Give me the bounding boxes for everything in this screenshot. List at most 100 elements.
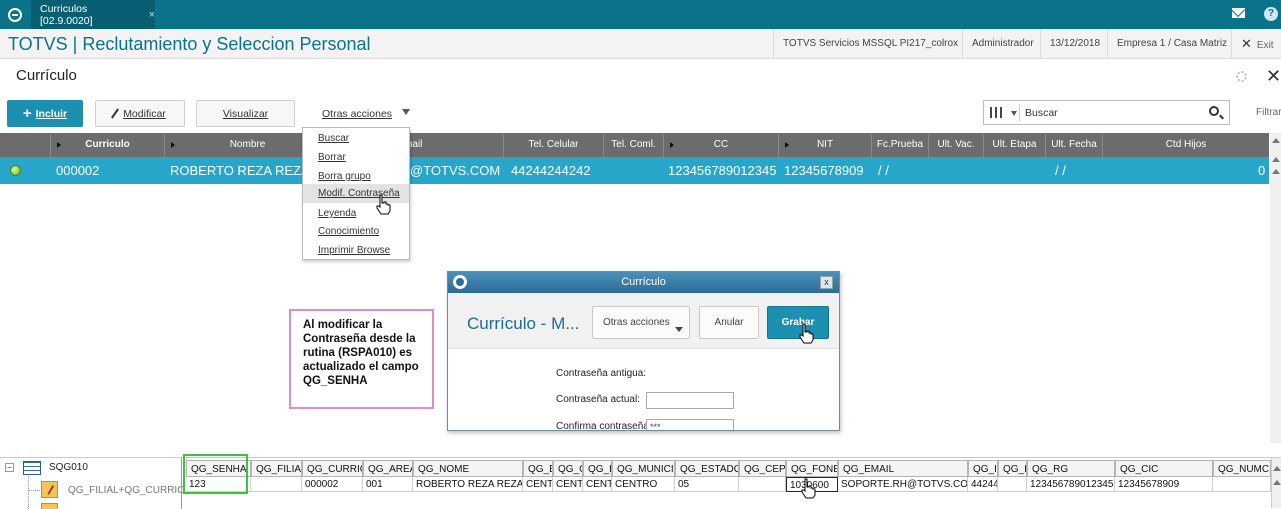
column-header-status <box>0 133 51 157</box>
chevron-down-icon[interactable] <box>1011 111 1017 116</box>
db-cell[interactable]: SOPORTE.RH@TOTVS.COM <box>838 477 968 492</box>
db-column-header[interactable]: QG_CEP <box>739 460 786 477</box>
cell-ult-fecha: / / <box>1055 163 1066 178</box>
tree-node-index[interactable]: QG_FILIAL+QG_CURRIC <box>68 485 184 496</box>
menu-item-borrar[interactable]: Borrar <box>303 148 409 167</box>
filtrar-link[interactable]: Filtrar <box>1256 107 1281 118</box>
db-cell[interactable]: 44244 <box>968 477 998 492</box>
dialog-toolbar: Currículo - M... Otras acciones Anular G… <box>448 293 839 349</box>
column-header-ult-vac[interactable]: Ult. Vac. <box>929 133 984 157</box>
db-cell[interactable] <box>998 477 1027 492</box>
db-column-header[interactable]: QG_AREA <box>363 460 413 477</box>
index-icon <box>41 481 58 498</box>
column-header-ult-fecha[interactable]: Ult. Fecha <box>1046 133 1103 157</box>
scroll-up-icon[interactable] <box>1273 466 1281 471</box>
exit-button[interactable]: ✕ Exit <box>1231 29 1281 59</box>
db-cell[interactable] <box>1213 477 1271 492</box>
db-column-header[interactable]: QG_C <box>553 460 583 477</box>
db-column-header[interactable]: QG_FONE <box>786 460 838 477</box>
menu-item-conocimiento[interactable]: Conocimiento <box>303 222 409 241</box>
sort-arrow-icon <box>57 142 61 148</box>
db-cell[interactable] <box>739 477 786 492</box>
scroll-up-icon[interactable] <box>1273 480 1281 485</box>
index-icon <box>41 503 58 509</box>
db-column-header[interactable]: QG_NUMCP <box>1213 460 1271 477</box>
column-header-ctd-hijos[interactable]: Ctd Hijos <box>1103 133 1269 157</box>
column-header-cc[interactable]: CC <box>664 133 779 157</box>
app-icon <box>453 275 467 289</box>
db-cell[interactable]: 05 <box>675 477 739 492</box>
close-icon[interactable]: x <box>820 276 833 289</box>
db-column-header[interactable]: QG_ESTADO <box>675 460 739 477</box>
mail-icon[interactable] <box>1232 8 1245 18</box>
column-header-ult-etapa[interactable]: Ult. Etapa <box>984 133 1046 157</box>
columns-icon[interactable] <box>990 107 1002 118</box>
db-column-header[interactable]: QG_CIC <box>1115 460 1213 477</box>
visualizar-button[interactable]: Visualizar <box>196 100 295 127</box>
column-header-nit[interactable]: NIT <box>779 133 872 157</box>
contrasena-actual-field[interactable] <box>646 392 734 409</box>
db-column-header[interactable]: QG_MUNICIP <box>612 460 675 477</box>
tree-line <box>28 476 29 509</box>
menu-item-leyenda[interactable]: Leyenda <box>303 204 409 223</box>
table-row[interactable]: 000002 ROBERTO REZA REZA @TOTVS.COM 4424… <box>0 157 1269 184</box>
otras-acciones-button[interactable]: Otras acciones <box>304 100 414 127</box>
tree-node-table[interactable]: SQG010 <box>49 462 88 473</box>
menu-item-imprimir-browse[interactable]: Imprimir Browse <box>303 241 409 260</box>
db-column-header[interactable]: QG_E <box>523 460 553 477</box>
incluir-button[interactable]: + Incluir <box>7 100 83 127</box>
db-cell[interactable]: 12345678909 <box>1115 477 1213 492</box>
db-column-header[interactable]: QG_FILIAL <box>251 460 302 477</box>
menu-item-modif-contrasena[interactable]: Modif. Contraseña <box>303 184 409 203</box>
db-grid: QG_SENHA QG_FILIAL QG_CURRIC QG_AREA QG_… <box>181 458 1271 509</box>
db-cell[interactable]: 123456789012345 <box>1027 477 1115 492</box>
db-cell[interactable] <box>251 477 302 492</box>
db-cell[interactable]: CENT <box>553 477 583 492</box>
db-cell[interactable]: 001 <box>363 477 413 492</box>
db-column-header[interactable]: QG_CURRIC <box>302 460 363 477</box>
modificar-button[interactable]: Modificar <box>95 100 185 127</box>
collapse-icon[interactable]: − <box>5 463 14 472</box>
column-header-tel-celular[interactable]: Tel. Celular <box>504 133 604 157</box>
db-column-header[interactable]: QG_E <box>583 460 612 477</box>
db-column-header[interactable]: QG_RG <box>1027 460 1115 477</box>
user-info: Administrador <box>962 29 1043 59</box>
top-bar: Curriculos [02.9.0020] × ? <box>0 0 1281 29</box>
plus-icon: + <box>22 105 32 122</box>
anular-button[interactable]: Anular <box>699 306 759 339</box>
db-cell[interactable]: ROBERTO REZA REZA <box>413 477 523 492</box>
db-column-header[interactable]: QG_EMAIL <box>838 460 968 477</box>
dialog-otras-acciones-button[interactable]: Otras acciones <box>592 306 690 339</box>
search-icon[interactable] <box>1209 106 1219 116</box>
scroll-up-icon[interactable] <box>1272 157 1280 162</box>
db-cell[interactable]: CENTRO <box>612 477 675 492</box>
vertical-scrollbar[interactable] <box>1271 458 1281 508</box>
tab-close-icon[interactable]: × <box>149 9 155 21</box>
highlight-box <box>183 454 248 494</box>
db-column-header[interactable]: QG_I <box>968 460 998 477</box>
company-info: Empresa 1 / Casa Matriz <box>1107 29 1236 59</box>
db-cell[interactable]: 000002 <box>302 477 363 492</box>
menu-item-buscar[interactable]: Buscar <box>303 129 409 148</box>
tree-line <box>28 490 40 491</box>
db-column-header[interactable]: QG_I <box>998 460 1027 477</box>
db-column-header[interactable]: QG_NOME <box>413 460 523 477</box>
pencil-icon <box>111 108 120 119</box>
cell-curriculo: 000002 <box>56 163 100 178</box>
search-input[interactable] <box>1025 105 1195 121</box>
vertical-scrollbar[interactable] <box>1270 133 1281 443</box>
confirma-contrasena-field[interactable]: *** <box>646 419 734 430</box>
column-header-fc-prueba[interactable]: Fc.Prueba <box>872 133 929 157</box>
scroll-up-icon[interactable] <box>1272 169 1280 174</box>
column-header-curriculo[interactable]: Curriculo <box>51 133 165 157</box>
close-icon[interactable]: ✕ <box>1266 66 1281 87</box>
tab-curriculos[interactable]: Curriculos [02.9.0020] × <box>31 0 155 29</box>
totvs-logo-icon[interactable] <box>0 0 30 29</box>
help-icon[interactable]: ? <box>1264 7 1278 21</box>
db-cell[interactable]: CENT <box>523 477 553 492</box>
table-icon <box>23 461 41 475</box>
gear-icon[interactable] <box>1236 71 1247 82</box>
scroll-up-icon[interactable] <box>1272 138 1280 143</box>
column-header-tel-coml[interactable]: Tel. Coml. <box>604 133 664 157</box>
db-cell[interactable]: CENT <box>583 477 612 492</box>
